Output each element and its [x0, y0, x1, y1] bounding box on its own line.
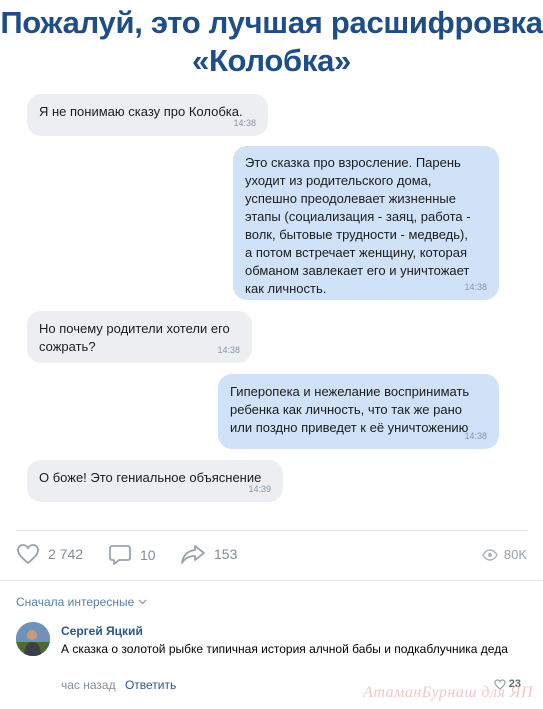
comment-sort-dropdown[interactable]: Сначала интересные	[16, 595, 147, 609]
message-time: 14:38	[464, 431, 487, 441]
chat-message-incoming: Но почему родители хотели его сожрать? 1…	[27, 311, 252, 363]
share-count: 153	[214, 546, 238, 562]
message-text-line: уходит из родительского дома,	[245, 173, 432, 188]
watermark: АтаманБурнаш для ЯП	[363, 684, 533, 701]
message-text-line: или поздно приведет к её уничтожению	[230, 420, 469, 435]
sort-label: Сначала интересные	[16, 595, 135, 609]
comment-author[interactable]: Сергей Яцкий	[61, 624, 143, 638]
divider	[16, 530, 527, 531]
message-text-line: успешно преодолевает жизненные	[245, 191, 456, 206]
message-time: 14:38	[233, 118, 256, 128]
comment-meta: час назад Ответить	[61, 678, 176, 692]
chevron-down-icon	[138, 599, 147, 605]
divider	[0, 580, 543, 581]
like-button[interactable]: 2 742	[16, 543, 83, 565]
eye-icon	[482, 548, 498, 561]
views-counter: 80K	[482, 547, 527, 562]
message-text-line: а потом встречает женщину, которая	[245, 245, 468, 260]
post-actions: 2 742 10 153 80K	[16, 543, 527, 571]
avatar[interactable]	[16, 622, 50, 656]
comment-count: 10	[140, 547, 156, 563]
comment-button[interactable]: 10	[108, 543, 156, 567]
post-title: Пожалуй, это лучшая расшифровка «Колобка…	[0, 4, 543, 80]
message-text-line: Это сказка про взросление. Парень	[245, 155, 461, 170]
avatar-photo-icon	[16, 622, 50, 656]
message-text-line: Но почему родители хотели его	[39, 321, 230, 336]
chat-message-outgoing: Это сказка про взросление. Парень уходит…	[233, 146, 499, 300]
share-icon	[181, 545, 205, 564]
message-text-line: обманом завлекает его и уничтожает	[245, 263, 470, 278]
message-text-line: сожрать?	[39, 339, 96, 354]
reply-button[interactable]: Ответить	[125, 678, 176, 692]
comment-time[interactable]: час назад	[61, 678, 116, 692]
message-text-line: волк, бытовые трудности - медведь),	[245, 227, 468, 242]
views-count: 80K	[503, 547, 527, 562]
comment-icon	[109, 545, 131, 565]
message-text: Я не понимаю сказу про Колобка.	[39, 104, 243, 119]
message-time: 14:38	[217, 345, 240, 355]
chat-message-outgoing: Гиперопека и нежелание воспринимать ребе…	[218, 374, 499, 449]
chat-message-incoming: О боже! Это гениальное объяснение 14:39	[27, 460, 283, 502]
message-text-line: этапы (социализация - заяц, работа -	[245, 209, 471, 224]
heart-icon	[17, 544, 39, 565]
chat-message-incoming: Я не понимаю сказу про Колобка. 14:38	[27, 94, 268, 136]
message-text-line: как личность.	[245, 281, 327, 296]
chat-screenshot: Я не понимаю сказу про Колобка. 14:38 Эт…	[0, 80, 543, 520]
comment-text: А сказка о золотой рыбке типичная истори…	[61, 642, 508, 656]
message-time: 14:39	[248, 484, 271, 494]
message-text: О боже! Это гениальное объяснение	[39, 470, 262, 485]
message-time: 14:38	[464, 282, 487, 292]
post-title-line-2: «Колобка»	[192, 43, 351, 78]
share-button[interactable]: 153	[180, 543, 237, 565]
message-text-line: Гиперопека и нежелание воспринимать	[230, 384, 470, 399]
post-title-line-1: Пожалуй, это лучшая расшифровка	[0, 5, 543, 40]
like-count: 2 742	[48, 546, 84, 562]
message-text-line: ребенка как личность, что так же рано	[230, 402, 462, 417]
